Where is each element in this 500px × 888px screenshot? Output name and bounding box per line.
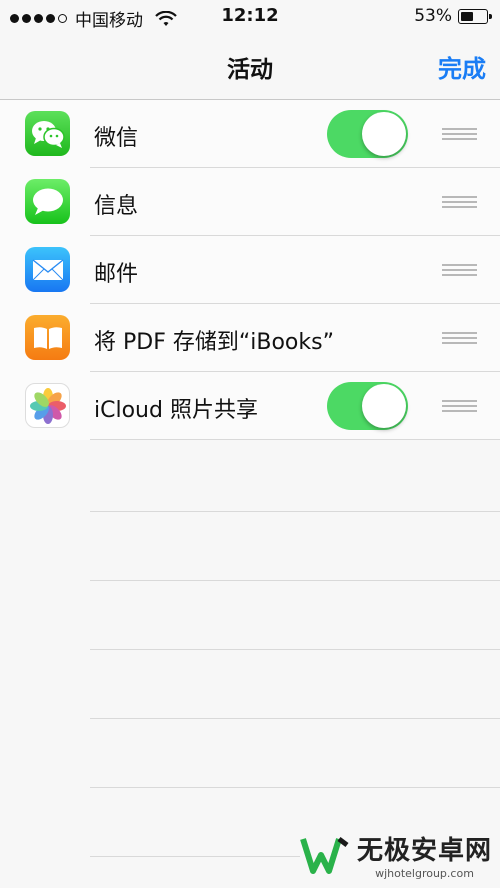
battery-percent: 53% (414, 6, 452, 26)
separator (90, 718, 500, 719)
activity-row-ibooks[interactable]: 将 PDF 存储到“iBooks” (0, 304, 500, 372)
ibooks-icon (25, 315, 70, 360)
mail-icon (25, 247, 70, 292)
page-title: 活动 (227, 57, 273, 83)
activity-label: 邮件 (94, 262, 139, 287)
activity-row-messages[interactable]: 信息 (0, 168, 500, 236)
watermark-url: wjhotelgroup.com (375, 867, 474, 880)
activity-label: 将 PDF 存储到“iBooks” (94, 330, 334, 355)
separator (90, 856, 300, 857)
reorder-handle-icon[interactable] (442, 264, 477, 276)
activity-label: 信息 (94, 194, 139, 219)
reorder-handle-icon[interactable] (442, 332, 477, 344)
reorder-handle-icon[interactable] (442, 196, 477, 208)
wechat-icon (25, 111, 70, 156)
empty-list-area (0, 442, 500, 888)
reorder-handle-icon[interactable] (442, 128, 477, 140)
wechat-toggle[interactable] (327, 110, 408, 158)
photos-icon (25, 383, 70, 428)
separator (90, 511, 500, 512)
messages-icon (25, 179, 70, 224)
separator (90, 649, 500, 650)
separator (90, 580, 500, 581)
done-button[interactable]: 完成 (438, 49, 486, 84)
watermark-text: 无极安卓网 wjhotelgroup.com (357, 830, 492, 880)
icloud-photo-sharing-toggle[interactable] (327, 382, 408, 430)
activity-label: 微信 (94, 126, 139, 151)
battery-icon (458, 8, 492, 24)
watermark-title: 无极安卓网 (356, 836, 492, 866)
site-watermark: 无极安卓网 wjhotelgroup.com (299, 830, 492, 880)
activities-list: 微信 信息 邮件 将 PDF 存储到“iBooks” iCloud 照片共享 (0, 100, 500, 440)
status-bar: 中国移动 12:12 53% (0, 0, 500, 36)
activity-row-mail[interactable]: 邮件 (0, 236, 500, 304)
activity-row-wechat[interactable]: 微信 (0, 100, 500, 168)
watermark-logo-icon (300, 837, 349, 874)
separator (90, 787, 500, 788)
navigation-bar: 活动 完成 (0, 36, 500, 100)
status-right: 53% (414, 6, 492, 26)
activity-row-icloud-photo-sharing[interactable]: iCloud 照片共享 (0, 372, 500, 440)
reorder-handle-icon[interactable] (442, 400, 477, 412)
activity-label: iCloud 照片共享 (94, 398, 258, 423)
